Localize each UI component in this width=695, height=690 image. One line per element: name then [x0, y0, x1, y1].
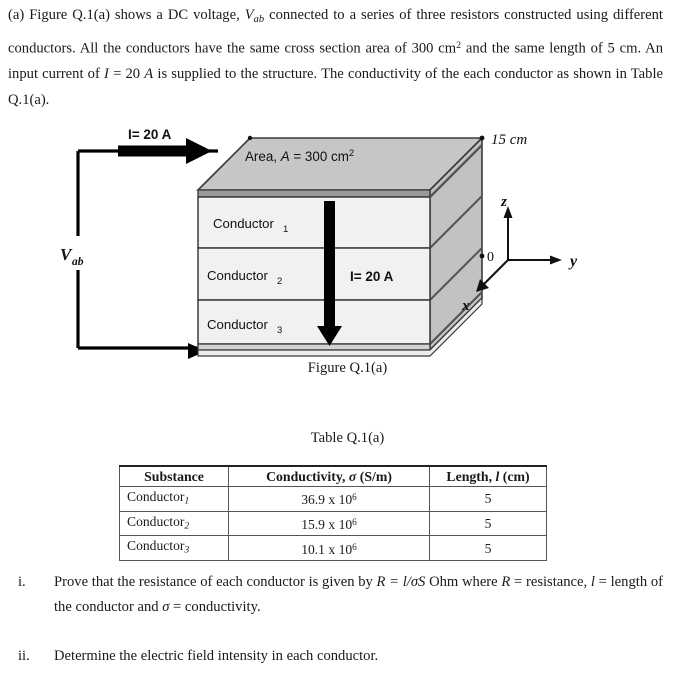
- question-number: i.: [18, 574, 26, 590]
- area-label-group: Area, A = 300 cm2: [245, 148, 354, 164]
- conductivity-table: Substance Conductivity, σ (S/m) Length, …: [119, 465, 547, 562]
- area-label-superscript: 2: [349, 148, 354, 159]
- current-unit: A: [144, 66, 154, 83]
- question-item-i: i. Prove that the resistance of each con…: [8, 570, 663, 620]
- question-part-a: Prove that the resistance of each conduc…: [54, 574, 377, 590]
- layer-1-subscript: 1: [283, 224, 288, 235]
- conductivity-exponent: 6: [352, 541, 357, 552]
- header-length: Length, l (cm): [429, 465, 547, 487]
- question-text: Determine the electric field intensity i…: [54, 648, 379, 664]
- cell-conductivity: 36.9 x 106: [228, 486, 430, 512]
- header-length-unit: (cm): [499, 469, 530, 484]
- table-row: Conductor1 36.9 x 106 5: [119, 486, 547, 512]
- area-label-value: = 300 cm: [290, 149, 349, 164]
- cell-substance: Conductor3: [119, 535, 229, 562]
- conductivity-value: 10.1 x 10: [301, 541, 353, 557]
- svg-text:Area, A = 300 cm2: Area, A = 300 cm2: [245, 148, 354, 164]
- def-text-sigma: = conductivity.: [169, 599, 261, 615]
- question-formula: R = l/σS: [376, 574, 426, 590]
- table-row: Conductor2 15.9 x 106 5: [119, 510, 547, 537]
- questions-list: i. Prove that the resistance of each con…: [8, 570, 663, 669]
- conductor-block-3d: Conductor 1 Conductor 2 Conductor 3 I= 2…: [196, 135, 485, 357]
- layer-3-subscript: 3: [277, 325, 282, 336]
- intro-paragraph: (a) Figure Q.1(a) shows a DC voltage, Va…: [8, 2, 663, 113]
- cell-length: 5: [429, 510, 547, 537]
- table-header-row: Substance Conductivity, σ (S/m) Length, …: [119, 465, 547, 487]
- question-number: ii.: [18, 648, 30, 664]
- substance-name: Conductor: [127, 489, 185, 504]
- substance-subscript: 3: [184, 545, 190, 557]
- area-label-prefix: Area,: [245, 149, 281, 164]
- voltage-symbol: V: [244, 7, 254, 23]
- cell-length: 5: [429, 535, 547, 562]
- cell-length: 5: [429, 486, 547, 512]
- voltage-subscript: ab: [253, 13, 265, 25]
- coordinate-axes: [476, 206, 562, 292]
- area-label-symbol: A: [280, 149, 290, 164]
- conductivity-value: 15.9 x 10: [301, 517, 353, 533]
- intro-text-4: = 20: [108, 66, 145, 83]
- corner-dot-top-right: [479, 135, 485, 141]
- axis-x-label: x: [461, 298, 470, 314]
- input-current-label: I= 20 A: [128, 127, 172, 142]
- header-substance: Substance: [119, 465, 229, 487]
- header-conductivity-prefix: Conductivity,: [266, 469, 349, 484]
- corner-dot-origin: [479, 253, 485, 259]
- figure-svg: I= 20 A V ab Conductor 1 Conductor 2 Con…: [60, 127, 578, 359]
- conductivity-exponent: 6: [352, 492, 357, 503]
- cell-substance: Conductor2: [119, 510, 229, 537]
- question-part-b: Ohm where: [425, 574, 502, 590]
- substance-name: Conductor: [127, 538, 185, 554]
- axes-origin-label: 0: [487, 250, 494, 265]
- intro-text-1: Figure Q.1(a) shows a DC voltage,: [29, 7, 245, 23]
- conductivity-exponent: 6: [352, 517, 357, 528]
- corner-dot-top-left: [247, 135, 253, 141]
- part-label: (a): [8, 7, 25, 23]
- layer-2-name: Conductor: [207, 268, 268, 283]
- table-caption: Table Q.1(a): [310, 430, 385, 446]
- block-bottom-plate: [197, 343, 431, 351]
- height-label: 15 cm: [491, 132, 527, 148]
- block-top-plate-edge: [197, 189, 431, 198]
- layer-2-subscript: 2: [277, 276, 282, 287]
- voltage-label-subscript: ab: [72, 256, 84, 268]
- circuit-wiring: [76, 149, 218, 350]
- cell-conductivity: 10.1 x 106: [228, 535, 430, 562]
- substance-subscript: 1: [184, 495, 190, 507]
- cell-substance: Conductor1: [119, 486, 229, 512]
- figure-caption: Figure Q.1(a): [307, 360, 388, 376]
- question-item-ii: ii. Determine the electric field intensi…: [8, 644, 663, 669]
- substance-name: Conductor: [127, 513, 185, 529]
- cell-conductivity: 15.9 x 106: [228, 510, 430, 537]
- header-conductivity-unit: (S/m): [356, 469, 392, 484]
- axis-y-label: y: [568, 253, 578, 270]
- question-text: Prove that the resistance of each conduc…: [54, 570, 663, 620]
- axis-y-arrowhead: [550, 255, 562, 265]
- header-conductivity: Conductivity, σ (S/m): [228, 465, 430, 487]
- header-length-prefix: Length,: [446, 469, 496, 484]
- conductivity-value: 36.9 x 10: [301, 492, 353, 508]
- voltage-label-group: V ab: [60, 245, 84, 268]
- table-row: Conductor3 10.1 x 106 5: [119, 535, 547, 562]
- def-symbol-r: R: [501, 574, 511, 590]
- layer-1-name: Conductor: [213, 216, 274, 231]
- substance-subscript: 2: [184, 520, 190, 532]
- def-text-r: = resistance,: [510, 574, 591, 590]
- internal-current-label: I= 20 A: [350, 269, 394, 284]
- layer-3-name: Conductor: [207, 317, 268, 332]
- figure-q1a: I= 20 A V ab Conductor 1 Conductor 2 Con…: [0, 118, 695, 388]
- axis-z-label: z: [500, 194, 507, 210]
